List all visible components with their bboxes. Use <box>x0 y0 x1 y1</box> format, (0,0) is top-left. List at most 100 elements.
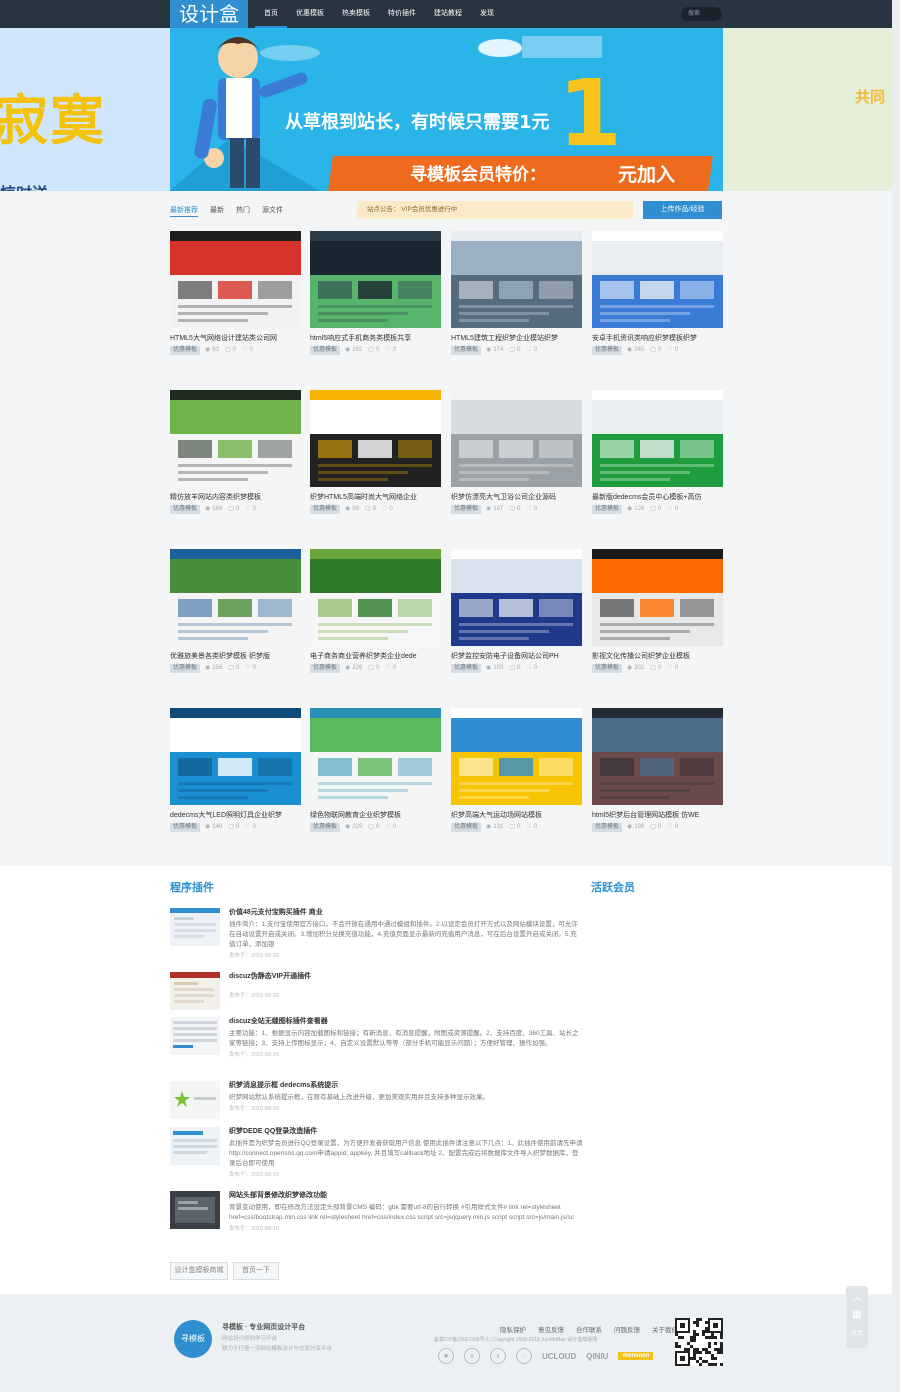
template-tag[interactable]: 优惠模板 <box>310 664 341 673</box>
template-title[interactable]: 优雅旅美景各类织梦模板 织梦版 <box>170 652 301 661</box>
template-title[interactable]: 电子商务商业营养织梦类企业dede <box>310 652 441 661</box>
search-input[interactable]: 搜索 <box>681 7 722 21</box>
plugin-title[interactable]: 价值48元支付宝购买插件 商业 <box>229 908 583 918</box>
template-thumbnail[interactable] <box>451 549 582 646</box>
nav-plugins[interactable]: 特价插件 <box>379 0 425 28</box>
plugins-title[interactable]: 程序插件 <box>170 879 214 895</box>
template-title[interactable]: dedecms大气LED照明灯具企业织梦 <box>170 811 301 820</box>
template-card[interactable]: 织梦仿漂亮大气卫浴公司企业源码 优惠模板 ◉ 187 ▢ 0 ♡ 0 <box>451 390 582 520</box>
footer-link-privacy[interactable]: 隐私保护 <box>500 1324 526 1334</box>
wechat-icon[interactable]: ◎ <box>464 1348 480 1364</box>
upload-button[interactable]: 上传作品/经验 <box>643 201 722 219</box>
members-title[interactable]: 活跃会员 <box>591 879 635 895</box>
template-tag[interactable]: 优惠模板 <box>170 664 201 673</box>
template-tag[interactable]: 优惠模板 <box>310 346 341 355</box>
template-tag[interactable]: 优惠模板 <box>592 346 623 355</box>
plugin-title[interactable]: discuz伪静态VIP开通插件 <box>229 972 583 982</box>
template-card[interactable]: HTML5建筑工程织梦企业模站织梦 优惠模板 ◉ 174 ▢ 0 ♡ 0 <box>451 231 582 361</box>
template-card[interactable]: 优雅旅美景各类织梦模板 织梦版 优惠模板 ◉ 156 ▢ 0 ♡ 0 <box>170 549 301 679</box>
plugin-thumb[interactable] <box>170 1017 220 1055</box>
template-card[interactable]: 最新版dedecms会员中心模板+高仿 优惠模板 ◉ 126 ▢ 0 ♡ 0 <box>592 390 723 520</box>
footer-link-issues[interactable]: 问题反馈 <box>614 1324 640 1334</box>
page-scrollbar[interactable] <box>892 0 900 1392</box>
banner-main-slide[interactable]: 从草根到站长，有时候只需要1元 寻模板会员特价： 1 元加入 <box>170 28 723 191</box>
template-thumbnail[interactable] <box>592 231 723 328</box>
partner-qiniu[interactable]: QINIU <box>586 1352 608 1361</box>
template-title[interactable]: 最新版dedecms会员中心模板+高仿 <box>592 493 723 502</box>
template-card[interactable]: 精仿放羊网站内容类织梦模板 优惠模板 ◉ 168 ▢ 0 ♡ 0 <box>170 390 301 520</box>
template-card[interactable]: dedecms大气LED照明灯具企业织梦 优惠模板 ◉ 140 ▢ 0 ♡ 0 <box>170 708 301 838</box>
template-thumbnail[interactable] <box>170 708 301 805</box>
banner-right-slide[interactable]: 共同 自 <box>723 28 892 191</box>
gplus-icon[interactable]: g <box>490 1348 506 1364</box>
template-card[interactable]: 织梦监控安防电子设备网站公司PH 优惠模板 ◉ 193 ▢ 0 ♡ 0 <box>451 549 582 679</box>
footer-link-feedback[interactable]: 意见反馈 <box>538 1324 564 1334</box>
template-tag[interactable]: 优惠模板 <box>310 505 341 514</box>
template-thumbnail[interactable] <box>170 549 301 646</box>
banner-left-slide[interactable]: 寂寞 惊时送 <box>0 28 170 191</box>
plugin-thumb[interactable] <box>170 1127 220 1165</box>
template-tag[interactable]: 优惠模板 <box>170 346 201 355</box>
template-tag[interactable]: 优惠模板 <box>170 823 201 832</box>
template-card[interactable]: 织梦HTML5高端时尚大气网络企业 优惠模板 ◉ 99 ▢ 0 ♡ 0 <box>310 390 441 520</box>
footer-logo[interactable]: 寻模板 <box>174 1320 212 1358</box>
template-thumbnail[interactable] <box>451 708 582 805</box>
feedback-label[interactable]: 反馈 <box>846 1328 868 1337</box>
template-thumbnail[interactable] <box>592 549 723 646</box>
template-thumbnail[interactable] <box>310 231 441 328</box>
pager-link-next[interactable]: 首页一下 <box>233 1262 279 1280</box>
weibo-icon[interactable]: ◉ <box>438 1348 454 1364</box>
pager-link-home[interactable]: 设计盒模板商城 <box>170 1262 228 1280</box>
template-title[interactable]: 绿色物联网教育企业织梦模板 <box>310 811 441 820</box>
plugin-thumb[interactable] <box>170 972 220 1010</box>
template-title[interactable]: 精仿放羊网站内容类织梦模板 <box>170 493 301 502</box>
plugin-thumb[interactable] <box>170 1191 220 1229</box>
back-to-top-icon[interactable]: ︿ <box>846 1290 868 1303</box>
template-card[interactable]: html5响应式手机商务类模板共享 优惠模板 ◉ 162 ▢ 0 ♡ 0 <box>310 231 441 361</box>
footer-link-cooperation[interactable]: 合作联系 <box>576 1324 602 1334</box>
template-tag[interactable]: 优惠模板 <box>592 505 623 514</box>
plugin-title[interactable]: 织梦DEDE QQ登录改造插件 <box>229 1127 583 1137</box>
template-tag[interactable]: 优惠模板 <box>451 664 482 673</box>
plugin-thumb[interactable] <box>170 908 220 946</box>
template-tag[interactable]: 优惠模板 <box>451 823 482 832</box>
template-thumbnail[interactable] <box>310 549 441 646</box>
template-thumbnail[interactable] <box>310 708 441 805</box>
template-tag[interactable]: 优惠模板 <box>310 823 341 832</box>
template-title[interactable]: 织梦高端大气运动场网站模板 <box>451 811 582 820</box>
template-tag[interactable]: 优惠模板 <box>592 664 623 673</box>
nav-discover[interactable]: 发现 <box>471 0 503 28</box>
template-thumbnail[interactable] <box>592 708 723 805</box>
template-tag[interactable]: 优惠模板 <box>170 505 201 514</box>
template-thumbnail[interactable] <box>451 390 582 487</box>
template-thumbnail[interactable] <box>170 231 301 328</box>
template-card[interactable]: 影视文化传播公司织梦企业模板 优惠模板 ◉ 302 ▢ 0 ♡ 0 <box>592 549 723 679</box>
template-thumbnail[interactable] <box>592 390 723 487</box>
site-notice[interactable]: 站点公告： VIP会员优惠进行中 <box>357 201 633 219</box>
template-card[interactable]: 织梦高端大气运动场网站模板 优惠模板 ◉ 131 ▢ 0 ♡ 0 <box>451 708 582 838</box>
template-title[interactable]: 影视文化传播公司织梦企业模板 <box>592 652 723 661</box>
template-thumbnail[interactable] <box>170 390 301 487</box>
template-tag[interactable]: 优惠模板 <box>451 505 482 514</box>
partner-monsoon[interactable]: monsoon <box>618 1352 654 1360</box>
template-tag[interactable]: 优惠模板 <box>451 346 482 355</box>
tab-source[interactable]: 源文件 <box>262 206 283 217</box>
template-title[interactable]: 织梦监控安防电子设备网站公司PH <box>451 652 582 661</box>
template-tag[interactable]: 优惠模板 <box>592 823 623 832</box>
qr-icon[interactable]: ▦ <box>846 1309 868 1320</box>
nav-discount-templates[interactable]: 优惠模板 <box>287 0 333 28</box>
template-card[interactable]: html5织梦后台管理网站模板 仿WE 优惠模板 ◉ 186 ▢ 0 ♡ 0 <box>592 708 723 838</box>
template-title[interactable]: html5织梦后台管理网站模板 仿WE <box>592 811 723 820</box>
plugin-thumb[interactable] <box>170 1081 220 1119</box>
template-title[interactable]: html5响应式手机商务类模板共享 <box>310 334 441 343</box>
tencent-weibo-icon[interactable]: ◌ <box>516 1348 532 1364</box>
template-card[interactable]: 电子商务商业营养织梦类企业dede 优惠模板 ◉ 226 ▢ 0 ♡ 0 <box>310 549 441 679</box>
nav-hot-templates[interactable]: 热卖模板 <box>333 0 379 28</box>
plugin-title[interactable]: 网站头部背景修改织梦修改功能 <box>229 1191 583 1201</box>
template-thumbnail[interactable] <box>310 390 441 487</box>
nav-tutorials[interactable]: 建站教程 <box>425 0 471 28</box>
site-logo[interactable]: 设计盒 <box>170 0 248 28</box>
plugin-title[interactable]: discuz全站无缝图标插件查看器 <box>229 1017 583 1027</box>
template-card[interactable]: 安卓手机资讯类响应织梦模板织梦 优惠模板 ◉ 245 ▢ 0 ♡ 0 <box>592 231 723 361</box>
template-thumbnail[interactable] <box>451 231 582 328</box>
